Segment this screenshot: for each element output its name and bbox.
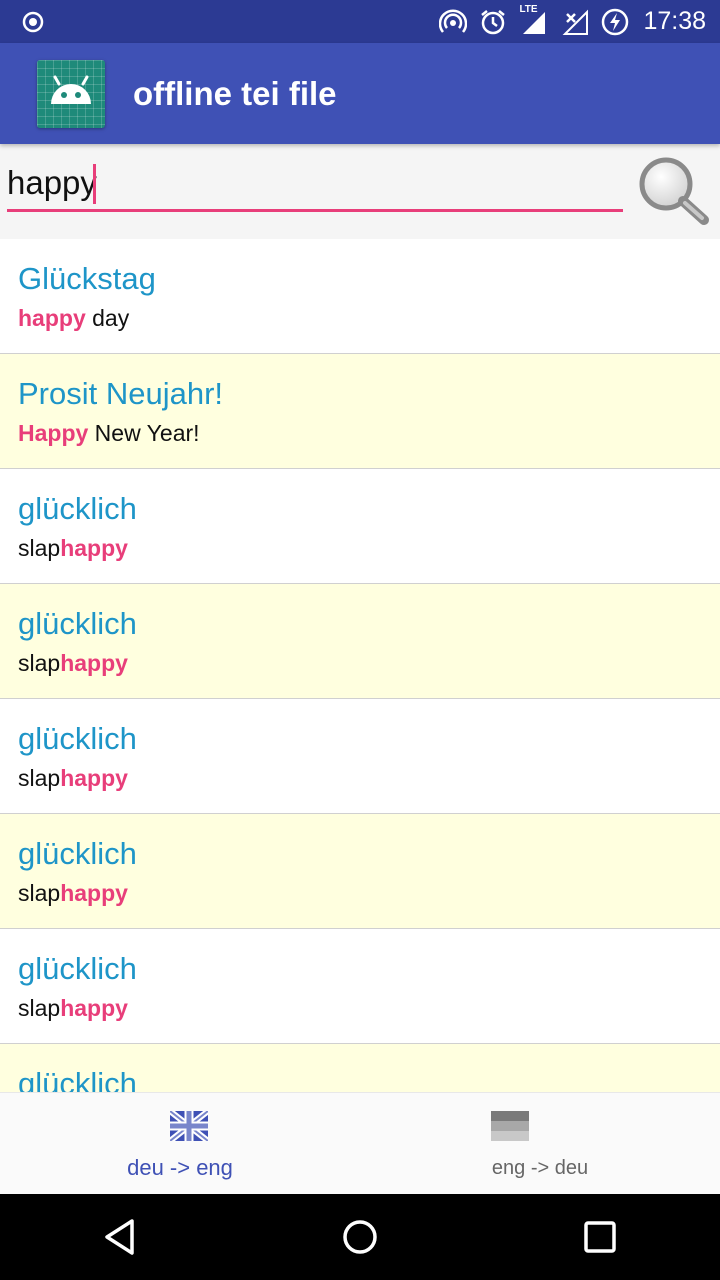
translation: slaphappy <box>18 650 128 676</box>
no-signal-icon <box>561 8 589 36</box>
match-highlight: happy <box>60 650 128 676</box>
headword: glücklich <box>18 606 137 641</box>
list-item[interactable]: glücklich <box>0 1044 720 1092</box>
list-item[interactable]: Glückstag happy day <box>0 239 720 354</box>
home-button[interactable] <box>330 1207 390 1267</box>
recents-button[interactable] <box>570 1207 630 1267</box>
recents-square-icon <box>584 1221 616 1253</box>
headword: glücklich <box>18 951 137 986</box>
clock: 17:38 <box>643 7 706 35</box>
translation: slaphappy <box>18 535 128 561</box>
notification-dot-icon <box>22 11 44 33</box>
network-label: LTE <box>519 3 538 15</box>
translation: slaphappy <box>18 995 128 1021</box>
headword: Prosit Neujahr! <box>18 376 224 411</box>
results-list: Glückstag happy day Prosit Neujahr! Happ… <box>0 239 720 1092</box>
battery-charging-icon <box>601 8 629 36</box>
match-highlight: happy <box>60 765 128 791</box>
home-circle-icon <box>343 1220 377 1254</box>
headword: glücklich <box>18 721 137 756</box>
list-item[interactable]: glücklich slaphappy <box>0 929 720 1044</box>
magnifier-icon <box>639 157 709 225</box>
search-input[interactable]: happy <box>7 154 623 212</box>
app-bar: offline tei file <box>0 43 720 144</box>
headword: glücklich <box>18 491 137 526</box>
search-bar: happy <box>0 144 720 239</box>
list-item[interactable]: glücklich slaphappy <box>0 584 720 699</box>
tab-label: eng -> deu <box>491 1157 589 1179</box>
translation: slaphappy <box>18 880 128 906</box>
tab-eng-deu[interactable]: eng -> deu <box>360 1093 720 1195</box>
bottom-navigation: deu -> eng eng -> deu <box>0 1092 720 1195</box>
translation: slaphappy <box>18 765 128 791</box>
lte-signal-icon: LTE <box>519 4 549 36</box>
german-flag-icon <box>491 1111 529 1141</box>
search-input-value: happy <box>7 164 97 201</box>
match-highlight: Happy <box>18 420 89 446</box>
app-title: offline tei file <box>133 74 337 112</box>
headword: glücklich <box>18 836 137 871</box>
text-cursor <box>93 164 96 204</box>
list-item[interactable]: glücklich slaphappy <box>0 814 720 929</box>
translation: Happy New Year! <box>18 420 200 446</box>
tab-label: deu -> eng <box>127 1155 233 1180</box>
back-triangle-icon <box>105 1219 134 1255</box>
android-icon <box>37 59 105 128</box>
uk-flag-icon <box>170 1111 208 1141</box>
match-highlight: happy <box>18 305 86 331</box>
tab-deu-eng[interactable]: deu -> eng <box>0 1093 360 1195</box>
list-item[interactable]: glücklich slaphappy <box>0 699 720 814</box>
hotspot-icon <box>439 8 468 36</box>
list-item[interactable]: Prosit Neujahr! Happy New Year! <box>0 354 720 469</box>
system-navigation-bar <box>0 1194 720 1280</box>
search-button[interactable] <box>636 154 712 226</box>
back-button[interactable] <box>90 1207 150 1267</box>
headword: glücklich <box>18 1066 137 1092</box>
headword: Glückstag <box>18 261 156 296</box>
match-highlight: happy <box>60 880 128 906</box>
list-item[interactable]: glücklich slaphappy <box>0 469 720 584</box>
alarm-icon <box>479 8 507 36</box>
match-highlight: happy <box>60 535 128 561</box>
translation: happy day <box>18 305 130 331</box>
match-highlight: happy <box>60 995 128 1021</box>
status-bar: LTE 17:38 <box>0 0 720 43</box>
